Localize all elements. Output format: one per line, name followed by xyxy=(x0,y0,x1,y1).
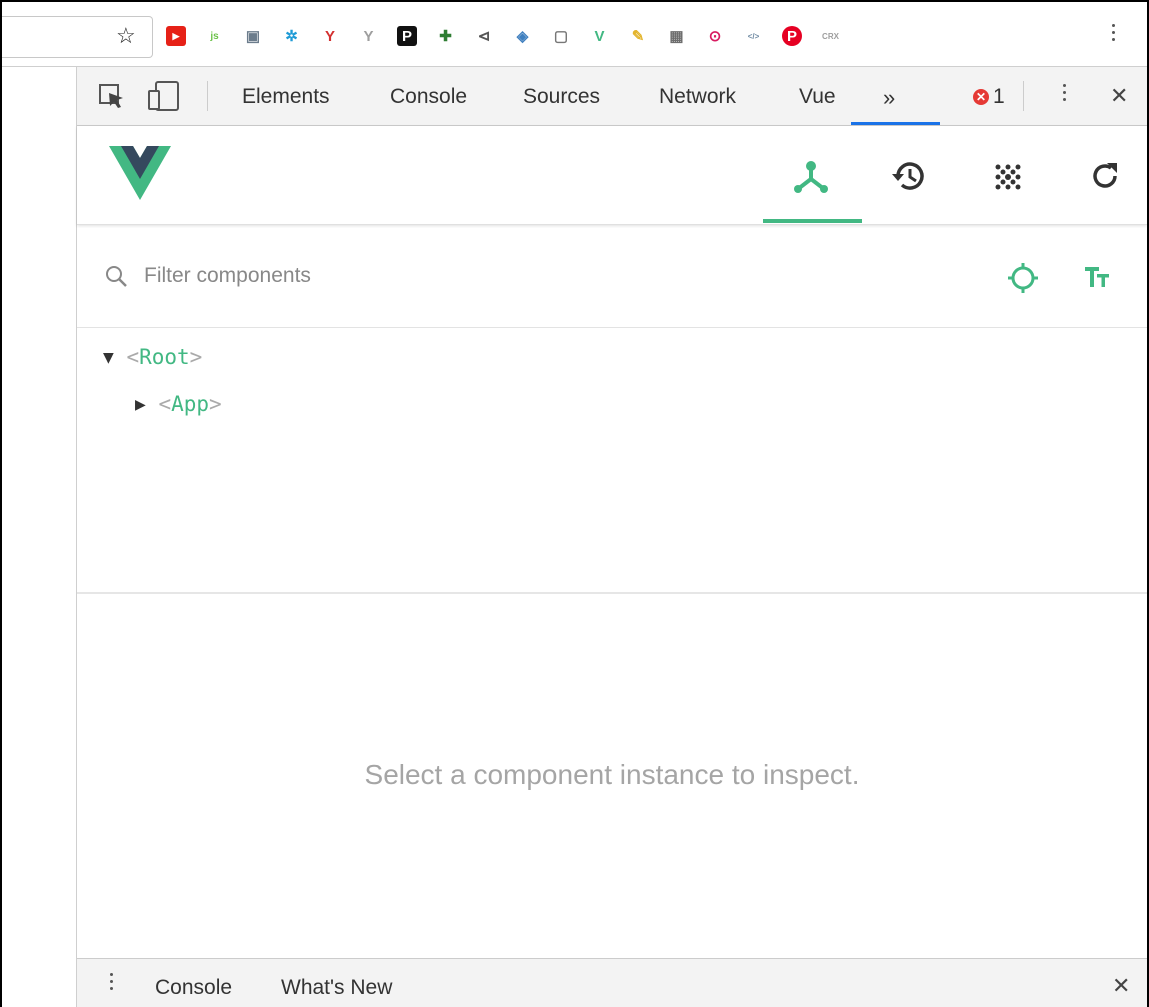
more-tabs-button[interactable]: » xyxy=(883,85,895,111)
filter-components-input[interactable]: Filter components xyxy=(144,264,311,288)
tab-sources[interactable]: Sources xyxy=(523,85,600,109)
tree-node-app[interactable]: ▶ <App> xyxy=(135,392,222,416)
address-bar[interactable]: ☆ xyxy=(2,16,153,58)
highlighter-extension-icon[interactable]: ✎ xyxy=(628,26,648,46)
pinterest-extension-icon[interactable]: P xyxy=(782,26,802,46)
tab-network[interactable]: Network xyxy=(659,85,736,109)
extension-8-icon[interactable]: ✚ xyxy=(436,26,456,46)
vue-logo-icon xyxy=(109,146,171,200)
browser-window: ☆ ▶ js ▣ ✲ Y Y P ✚ ⊲ ◈ ▢ V ✎ ▦ ⊙ </> P CRX Elements Conso… xyxy=(0,0,1149,1007)
drawer-tab-whats-new[interactable]: What's New xyxy=(281,976,392,1000)
select-component-target-icon[interactable] xyxy=(1007,262,1039,294)
extension-4-icon[interactable]: ✲ xyxy=(282,26,302,46)
refresh-icon[interactable] xyxy=(1089,160,1121,192)
empty-inspector-message: Select a component instance to inspect. xyxy=(364,759,860,790)
extension-15-icon[interactable]: ⊙ xyxy=(705,26,725,46)
nodejs-extension-icon[interactable]: js xyxy=(205,26,225,46)
close-drawer-icon[interactable]: ✕ xyxy=(1112,973,1130,999)
crx-extension-icon[interactable]: CRX xyxy=(821,26,841,46)
megaphone-extension-icon[interactable]: ⊲ xyxy=(474,26,494,46)
vue-tab-indicator xyxy=(763,219,862,223)
device-toolbar-icon[interactable] xyxy=(147,81,181,111)
tag-close-bracket: > xyxy=(209,392,222,416)
extension-11-icon[interactable]: ▢ xyxy=(551,26,571,46)
component-name: App xyxy=(171,392,210,416)
page-viewport xyxy=(2,67,77,1007)
tree-node-root[interactable]: ▼ <Root> xyxy=(103,345,202,369)
toolbar-divider xyxy=(1023,81,1024,111)
component-tree: ▼ <Root> ▶ <App> xyxy=(77,328,1147,592)
tag-open-bracket: < xyxy=(126,345,140,369)
devtools-drawer: Console What's New ✕ xyxy=(77,958,1147,1007)
component-inspector: Select a component instance to inspect. xyxy=(77,594,1147,958)
extension-14-icon[interactable]: ▦ xyxy=(667,26,687,46)
tab-elements[interactable]: Elements xyxy=(242,85,330,109)
chrome-menu-icon[interactable] xyxy=(1112,24,1118,45)
youtube-extension-icon[interactable]: ▶ xyxy=(166,26,186,46)
devtools-tab-bar: Elements Console Sources Network Vue » ✕… xyxy=(77,67,1147,126)
filter-bar: Filter components xyxy=(77,228,1147,328)
search-icon xyxy=(106,266,127,287)
tab-console[interactable]: Console xyxy=(390,85,467,109)
vuex-icon[interactable] xyxy=(992,161,1024,193)
error-icon: ✕ xyxy=(973,89,989,105)
format-component-names-icon[interactable] xyxy=(1085,266,1111,288)
tag-open-bracket: < xyxy=(158,392,172,416)
close-devtools-icon[interactable]: ✕ xyxy=(1110,83,1128,109)
devtools-menu-icon[interactable] xyxy=(1063,84,1067,105)
drawer-tab-console[interactable]: Console xyxy=(155,976,232,1000)
vue-extension-icon[interactable]: V xyxy=(590,26,610,46)
extension-3-icon[interactable]: ▣ xyxy=(243,26,263,46)
tag-close-bracket: > xyxy=(189,345,203,369)
chrome-toolbar: ☆ ▶ js ▣ ✲ Y Y P ✚ ⊲ ◈ ▢ V ✎ ▦ ⊙ </> P CRX xyxy=(2,2,1147,67)
active-tab-indicator xyxy=(851,122,940,125)
error-badge[interactable]: ✕ 1 xyxy=(973,85,1005,109)
vue-devtools-header xyxy=(77,126,1147,225)
extension-p-icon[interactable]: P xyxy=(397,26,417,46)
toolbar-divider xyxy=(207,81,208,111)
extension-10-icon[interactable]: ◈ xyxy=(513,26,533,46)
expand-arrow-icon[interactable]: ▶ xyxy=(135,397,146,413)
drawer-menu-icon[interactable] xyxy=(110,973,114,994)
extension-5-icon[interactable]: Y xyxy=(320,26,340,46)
component-name: Root xyxy=(139,345,190,369)
history-icon[interactable] xyxy=(889,159,925,193)
tab-vue[interactable]: Vue xyxy=(799,85,836,109)
collapse-arrow-icon[interactable]: ▼ xyxy=(103,350,114,366)
components-icon[interactable] xyxy=(793,160,829,194)
inspect-element-icon[interactable] xyxy=(99,84,127,110)
bookmark-star-icon[interactable]: ☆ xyxy=(116,23,136,49)
extension-6-icon[interactable]: Y xyxy=(359,26,379,46)
error-count: 1 xyxy=(993,85,1005,108)
code-extension-icon[interactable]: </> xyxy=(744,26,764,46)
